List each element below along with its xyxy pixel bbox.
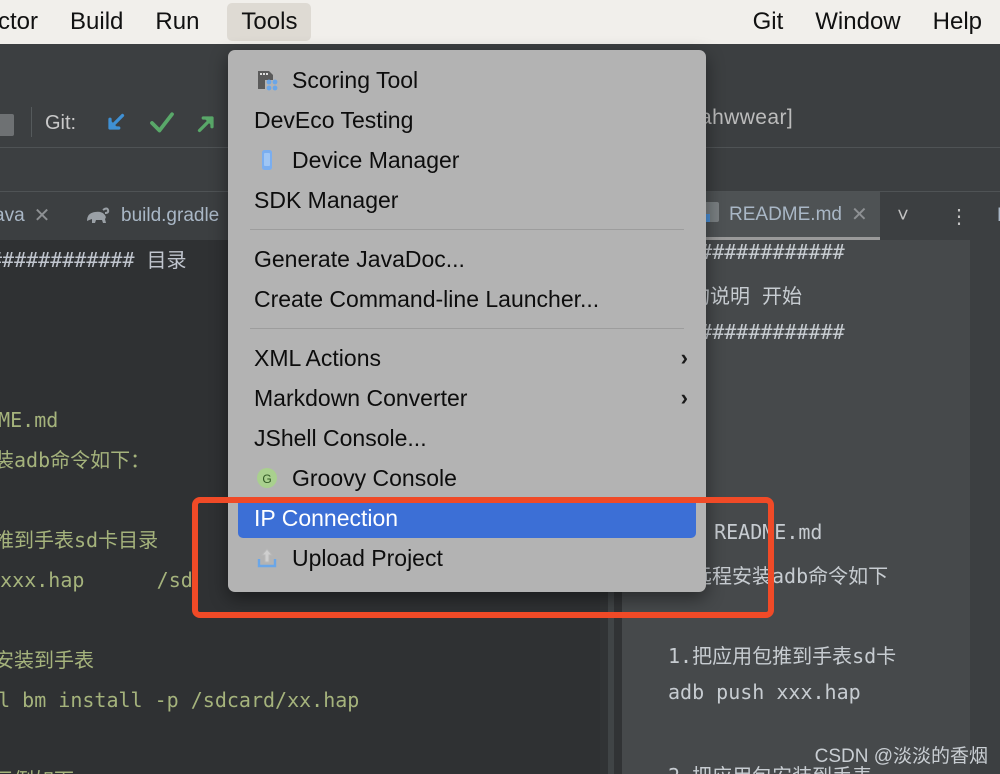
code-line: 包推到手表sd卡目录 xyxy=(0,528,159,552)
menu-item-label: Device Manager xyxy=(292,146,460,173)
preview-line: — README.md xyxy=(690,520,823,544)
code-line: ell bm install -p /sdcard/xx.hap xyxy=(0,688,360,712)
close-icon[interactable]: ✕ xyxy=(34,206,51,226)
upload-project-icon xyxy=(254,545,280,571)
menu-item-create-commandline-launcher[interactable]: Create Command-line Launcher... xyxy=(228,279,706,319)
menu-bar-item-window[interactable]: Window xyxy=(801,3,914,41)
chevron-right-icon: › xyxy=(680,385,688,410)
menu-bar-item-run[interactable]: Run xyxy=(141,3,213,41)
editor-tab-overflow[interactable]: R xyxy=(985,192,1000,240)
menu-item-label: Generate JavaDoc... xyxy=(254,245,465,272)
menu-item-label: Upload Project xyxy=(292,544,443,571)
menu-bar-item-build[interactable]: Build xyxy=(56,3,137,41)
git-push-icon[interactable] xyxy=(192,108,222,138)
menu-bar-right-group: Git Window Help xyxy=(737,3,1000,41)
groovy-console-icon: G xyxy=(254,465,280,491)
toolbar-run-config-icon[interactable] xyxy=(0,114,14,136)
editor-tab-build-gradle[interactable]: build.gradle xyxy=(72,192,231,240)
menu-bar-item-refactor[interactable]: ctor xyxy=(0,3,52,41)
menu-item-generate-javadoc[interactable]: Generate JavaDoc... xyxy=(228,239,706,279)
menu-item-label: Create Command-line Launcher... xyxy=(254,285,600,312)
svg-text:G: G xyxy=(262,472,271,486)
menu-item-label: IP Connection xyxy=(254,504,399,531)
gradle-elephant-icon xyxy=(84,205,112,227)
menu-item-device-manager[interactable]: Device Manager xyxy=(228,140,706,180)
menu-item-markdown-converter[interactable]: Markdown Converter › xyxy=(228,378,706,418)
menu-item-label: JShell Console... xyxy=(254,424,427,451)
watermark: CSDN @淡淡的香烟 xyxy=(814,746,988,767)
editor-right-margin xyxy=(970,240,1000,774)
menu-item-xml-actions[interactable]: XML Actions › xyxy=(228,338,706,378)
menu-bar-item-tools[interactable]: Tools xyxy=(227,3,312,41)
menu-item-sdk-manager[interactable]: SDK Manager xyxy=(228,180,706,220)
tab-label: ava xyxy=(0,205,25,226)
code-line: sh xxx.hap /sd xyxy=(0,568,193,592)
chevron-down-icon[interactable]: ˅ xyxy=(880,192,926,240)
menu-item-label: Groovy Console xyxy=(292,464,457,491)
menu-item-upload-project[interactable]: Upload Project xyxy=(228,538,706,578)
menu-item-label: DevEco Testing xyxy=(254,106,414,133)
git-label: Git: xyxy=(45,112,77,134)
menu-item-scoring-tool[interactable]: Scoring Tool xyxy=(228,60,706,100)
menu-item-label: XML Actions xyxy=(254,344,381,371)
git-commit-icon[interactable] xyxy=(147,108,177,138)
code-line: ############ 目录 xyxy=(0,248,187,272)
project-title: ahwwear] xyxy=(700,106,794,129)
menu-separator xyxy=(250,229,684,230)
editor-tab-java[interactable]: ava ✕ xyxy=(0,192,62,240)
chevron-right-icon: › xyxy=(680,345,688,370)
toolbar-divider xyxy=(31,107,32,137)
preview-line: adb push xxx.hap xyxy=(668,680,861,704)
menu-item-label: Markdown Converter xyxy=(254,384,468,411)
menu-bar-item-help[interactable]: Help xyxy=(919,3,996,41)
git-update-icon[interactable] xyxy=(100,108,130,138)
scoring-tool-icon xyxy=(254,67,280,93)
tab-label: build.gradle xyxy=(121,205,220,226)
menu-bar: ctor Build Run Tools Git Window Help xyxy=(0,0,1000,44)
menu-item-ip-connection[interactable]: IP Connection xyxy=(238,498,696,538)
more-vertical-icon[interactable]: ⋮ xyxy=(936,192,982,240)
code-line: 作示例如下： xyxy=(0,760,94,774)
code-line: ADME.md xyxy=(0,408,59,432)
code-line: 安装adb命令如下： xyxy=(0,448,151,472)
screenshot-root: Git: ahwwear] ava ✕ build xyxy=(0,0,1000,774)
device-manager-icon xyxy=(254,147,280,173)
preview-line: 1.把应用包推到手表sd卡 xyxy=(668,644,897,668)
menu-item-deveco-testing[interactable]: DevEco Testing xyxy=(228,100,706,140)
code-line: 包安装到手表 xyxy=(0,648,94,672)
close-icon[interactable]: ✕ xyxy=(851,205,868,225)
editor-tab-readme[interactable]: README.md ✕ xyxy=(690,192,880,240)
tab-label: README.md xyxy=(729,203,842,225)
menu-item-jshell-console[interactable]: JShell Console... xyxy=(228,418,706,458)
menu-item-groovy-console[interactable]: G Groovy Console xyxy=(228,458,706,498)
menu-item-label: Scoring Tool xyxy=(292,66,419,93)
menu-item-label: SDK Manager xyxy=(254,186,399,213)
menu-separator xyxy=(250,328,684,329)
tools-dropdown-menu: Scoring Tool DevEco Testing Device Manag… xyxy=(228,50,706,592)
menu-bar-item-git[interactable]: Git xyxy=(739,3,798,41)
